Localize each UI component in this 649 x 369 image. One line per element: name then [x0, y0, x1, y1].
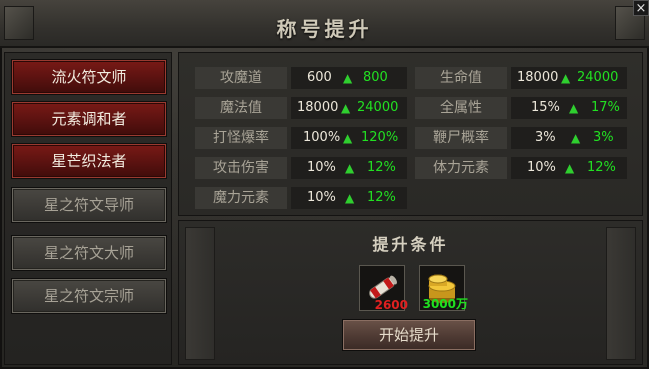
stat-values: 10% ▲ 12% [511, 157, 627, 179]
start-upgrade-button[interactable]: 开始提升 [342, 319, 476, 351]
increase-arrow-icon: ▲ [571, 131, 581, 145]
stat-values: 3% ▲ 3% [511, 127, 627, 149]
title-item-element-harmonizer[interactable]: 元素调和者 [11, 101, 167, 137]
stat-label: 打怪爆率 [195, 127, 287, 149]
stat-next: 12% [587, 160, 616, 175]
stat-current: 100% [303, 130, 341, 145]
stat-values: 10% ▲ 12% [291, 157, 407, 179]
title-item-star-rune-grandmaster[interactable]: 星之符文大师 [11, 235, 167, 271]
stat-current: 600 [307, 70, 332, 85]
stat-next: 24000 [577, 70, 619, 85]
title-item-liuhuo-rune-master[interactable]: 流火符文师 [11, 59, 167, 95]
conditions-title: 提升条件 [372, 235, 449, 254]
item-quantity: 2600 [374, 298, 408, 312]
stat-current: 15% [531, 100, 560, 115]
cost-item-slot[interactable]: 2600 [359, 265, 408, 312]
increase-arrow-icon: ▲ [561, 71, 571, 85]
stat-current: 18000 [517, 70, 559, 85]
stat-next: 800 [363, 70, 388, 85]
stats-panel: 攻魔道 600 ▲ 800 魔法值 18000 ▲ 24000 打怪爆率 100… [178, 52, 643, 216]
stat-label: 生命值 [415, 67, 507, 89]
stat-current: 10% [307, 160, 336, 175]
stat-values: 100% ▲ 120% [291, 127, 407, 149]
stat-label: 魔法值 [195, 97, 287, 119]
stat-label: 全属性 [415, 97, 507, 119]
stat-next: 24000 [357, 100, 399, 115]
stat-values: 18000 ▲ 24000 [291, 97, 407, 119]
increase-arrow-icon: ▲ [345, 191, 355, 205]
increase-arrow-icon: ▲ [343, 71, 353, 85]
title-list: 流火符文师 元素调和者 星芒织法者 星之符文导师 星之符文大师 星之符文宗师 [4, 52, 172, 365]
upgrade-conditions-panel: 提升条件 2600 3000万 开始提升 [178, 220, 643, 365]
increase-arrow-icon: ▲ [569, 101, 579, 115]
stat-row-attack-damage: 攻击伤害 10% ▲ 12% [195, 157, 407, 179]
stat-current: 10% [307, 190, 336, 205]
close-button[interactable]: × [633, 0, 649, 16]
stat-label: 体力元素 [415, 157, 507, 179]
stat-row-all-attributes: 全属性 15% ▲ 17% [415, 97, 627, 119]
stat-row-stamina-element: 体力元素 10% ▲ 12% [415, 157, 627, 179]
stat-row-whip-corpse-rate: 鞭尸概率 3% ▲ 3% [415, 127, 627, 149]
increase-arrow-icon: ▲ [341, 101, 351, 115]
stat-values: 600 ▲ 800 [291, 67, 407, 89]
stat-values: 18000 ▲ 24000 [511, 67, 627, 89]
increase-arrow-icon: ▲ [343, 131, 353, 145]
stat-current: 10% [527, 160, 556, 175]
stat-current: 3% [535, 130, 556, 145]
stat-row-attack-magic: 攻魔道 600 ▲ 800 [195, 67, 407, 89]
stat-values: 10% ▲ 12% [291, 187, 407, 209]
stat-label: 攻击伤害 [195, 157, 287, 179]
stat-label: 魔力元素 [195, 187, 287, 209]
stat-label: 鞭尸概率 [415, 127, 507, 149]
cost-item-slot[interactable]: 3000万 [419, 265, 468, 311]
title-item-star-rune-mentor[interactable]: 星之符文导师 [11, 187, 167, 223]
stat-label: 攻魔道 [195, 67, 287, 89]
stat-current: 18000 [297, 100, 339, 115]
stat-row-drop-rate: 打怪爆率 100% ▲ 120% [195, 127, 407, 149]
stat-next: 12% [367, 160, 396, 175]
item-quantity: 3000万 [422, 297, 468, 311]
increase-arrow-icon: ▲ [565, 161, 575, 175]
stat-next: 12% [367, 190, 396, 205]
window-titlebar: 称号提升 [0, 0, 649, 48]
title-item-star-rune-patriarch[interactable]: 星之符文宗师 [11, 278, 167, 314]
stat-row-mana: 魔法值 18000 ▲ 24000 [195, 97, 407, 119]
stat-row-hp: 生命值 18000 ▲ 24000 [415, 67, 627, 89]
stat-next: 17% [591, 100, 620, 115]
stat-next: 120% [361, 130, 399, 145]
window-title: 称号提升 [276, 17, 373, 41]
stat-next: 3% [593, 130, 614, 145]
title-item-starlight-weaver[interactable]: 星芒织法者 [11, 143, 167, 179]
stat-values: 15% ▲ 17% [511, 97, 627, 119]
stat-row-magic-element: 魔力元素 10% ▲ 12% [195, 187, 407, 209]
increase-arrow-icon: ▲ [345, 161, 355, 175]
